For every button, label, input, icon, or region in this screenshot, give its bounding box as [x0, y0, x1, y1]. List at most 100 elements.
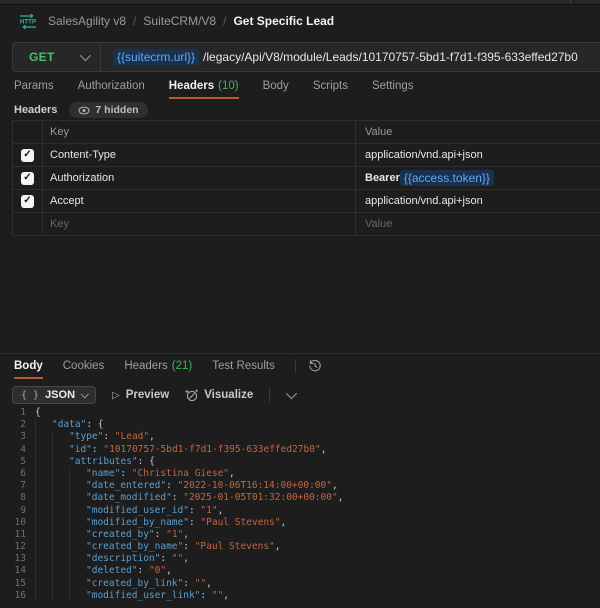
history-icon[interactable]: [308, 359, 322, 373]
tab-label: Body: [14, 360, 43, 372]
header-value-cell[interactable]: application/vnd.api+json: [356, 190, 600, 212]
indent-guide: [52, 577, 69, 590]
json-key: "created_by_link": [86, 577, 184, 589]
hidden-headers-label: 7 hidden: [95, 104, 139, 116]
request-tab-authorization[interactable]: Authorization: [78, 78, 145, 99]
request-tab-scripts[interactable]: Scripts: [313, 78, 348, 99]
header-value-cell[interactable]: Bearer {{access.token}}: [356, 167, 600, 189]
indent-guide: [52, 467, 69, 481]
indent-guide: [69, 553, 86, 566]
gutter-pad: [26, 419, 35, 431]
braces-icon: { }: [21, 389, 40, 401]
code-line: 11 "created_by": "1",: [0, 528, 600, 542]
line-number: 13: [14, 553, 26, 565]
indent-guide: [69, 577, 86, 590]
line-number: 3: [20, 431, 26, 443]
json-key: "id": [69, 443, 92, 455]
request-tab-body[interactable]: Body: [263, 78, 289, 99]
key-column-header: Key: [43, 121, 356, 143]
method-selector[interactable]: GET: [13, 43, 101, 71]
indent-guide: [52, 528, 69, 542]
json-punctuation: :: [200, 589, 212, 601]
header-key-cell[interactable]: Authorization: [43, 167, 356, 189]
request-tab-headers[interactable]: Headers (10): [168, 78, 239, 99]
tabs-separator: [294, 359, 296, 373]
json-string: "": [194, 577, 207, 589]
response-tab-test-results[interactable]: Test Results: [212, 358, 275, 379]
line-number: 12: [14, 541, 26, 553]
preview-label: Preview: [125, 389, 170, 401]
indent-guide: [52, 504, 69, 517]
json-key: "date_modified": [86, 492, 172, 504]
header-value-cell[interactable]: application/vnd.api+json: [356, 144, 600, 166]
checkbox-checked[interactable]: ✓: [21, 171, 34, 185]
hidden-headers-toggle[interactable]: 7 hidden: [69, 102, 148, 118]
json-punctuation: :: [171, 492, 184, 504]
breadcrumb: HTTP SalesAgility v8 / SuiteCRM/V8 / Get…: [0, 5, 600, 37]
request-url-bar: GET {{suitecrm.url}}/legacy/Api/V8/modul…: [12, 42, 600, 72]
response-tab-body[interactable]: Body: [14, 358, 43, 379]
request-title[interactable]: Get Specific Lead: [233, 14, 334, 28]
json-punctuation: :: [120, 467, 132, 479]
format-label: JSON: [45, 389, 76, 401]
visualize-button[interactable]: Visualize: [185, 388, 253, 402]
json-punctuation: :: [91, 443, 104, 455]
indent-guide: [35, 528, 52, 542]
gutter-pad: [26, 553, 35, 565]
indent-guide: [69, 480, 86, 493]
header-row: ✓ Content-Type application/vnd.api+json: [13, 144, 600, 167]
tab-label: Headers: [124, 360, 168, 372]
chevron-down-icon: [79, 49, 92, 62]
json-punctuation: ,: [280, 516, 287, 528]
indent-guide: [35, 504, 52, 517]
response-tab-headers[interactable]: Headers (21): [124, 358, 192, 379]
header-key-cell[interactable]: Content-Type: [43, 144, 356, 166]
indent-guide: [35, 443, 52, 456]
indent-guide: [52, 455, 69, 468]
code-line: 2 "data": {: [0, 419, 600, 432]
code-line: 10 "modified_by_name": "Paul Stevens",: [0, 516, 600, 529]
key-placeholder-input[interactable]: Key: [43, 213, 356, 235]
json-punctuation: ,: [320, 443, 327, 455]
tab-label: Authorization: [77, 80, 145, 92]
indent-guide: [35, 589, 52, 602]
indent-guide: [35, 419, 52, 432]
variable-chip[interactable]: {{access.token}}: [399, 170, 494, 186]
value-placeholder-input[interactable]: Value: [356, 213, 600, 235]
line-number: 9: [20, 504, 26, 516]
tab-label: Headers: [168, 80, 215, 92]
json-string: "2022-10-06T16:14:00+00:00": [177, 480, 332, 492]
response-body-json[interactable]: 1{2 "data": {3 "type": "Lead", 4 "id": "1017…: [0, 407, 600, 608]
indent-guide: [35, 577, 52, 590]
request-tab-settings[interactable]: Settings: [372, 78, 414, 99]
line-number: 14: [14, 565, 26, 577]
json-punctuation: ,: [223, 589, 230, 601]
eye-icon: [78, 106, 90, 114]
breadcrumb-folder[interactable]: SuiteCRM/V8: [143, 14, 216, 28]
breadcrumb-collection[interactable]: SalesAgility v8: [48, 14, 126, 28]
gutter-pad: [26, 517, 35, 529]
preview-button[interactable]: ▷ Preview: [112, 389, 169, 401]
json-punctuation: :: [160, 553, 172, 565]
code-line: 15 "created_by_link": "",: [0, 577, 600, 590]
json-key: "modified_user_id": [86, 504, 189, 516]
checkbox-checked[interactable]: ✓: [21, 148, 34, 162]
more-options-chevron[interactable]: [285, 387, 298, 400]
request-tab-params[interactable]: Params: [14, 78, 54, 99]
indent-guide: [52, 541, 69, 554]
indent-guide: [52, 589, 69, 602]
header-key-cell[interactable]: Accept: [43, 190, 356, 212]
body-format-select[interactable]: { } JSON: [12, 386, 97, 404]
response-tab-cookies[interactable]: Cookies: [63, 358, 105, 379]
json-punctuation: : {: [86, 419, 104, 431]
json-string: "": [171, 553, 184, 565]
checkbox-checked[interactable]: ✓: [21, 194, 34, 208]
gutter-pad: [26, 480, 35, 492]
code-line: 7 "date_entered": "2022-10-06T16:14:00+00…: [0, 480, 600, 493]
header-checkbox-cell: ✓: [13, 144, 43, 166]
json-string: "Lead": [114, 431, 150, 443]
url-variable-chip[interactable]: {{suitecrm.url}}: [113, 49, 200, 65]
json-punctuation: ,: [206, 577, 212, 589]
url-input[interactable]: {{suitecrm.url}}/legacy/Api/V8/module/Le…: [101, 43, 600, 71]
code-line: 14 "deleted": "0",: [0, 565, 600, 578]
